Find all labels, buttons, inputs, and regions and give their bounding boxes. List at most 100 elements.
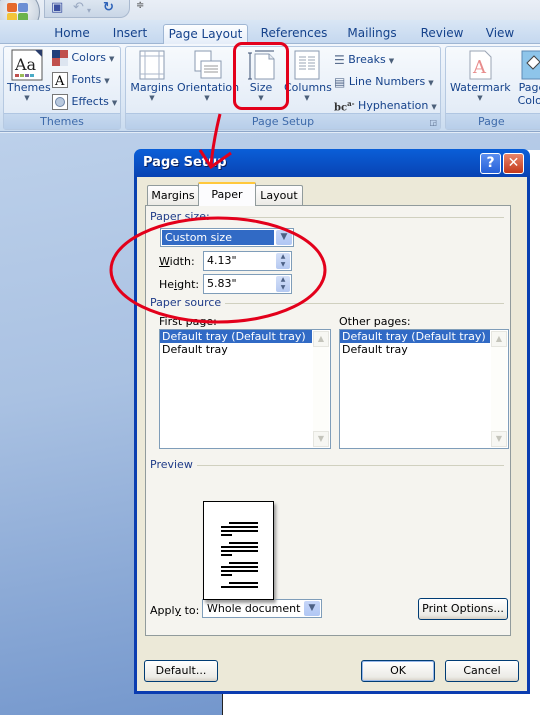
help-button[interactable]: ? <box>480 153 501 174</box>
breaks-icon: ☰ <box>334 53 345 67</box>
themes-button[interactable]: Aa Themes ▼ <box>7 49 51 102</box>
colors-label: Colors <box>71 51 106 64</box>
margins-icon <box>139 50 165 80</box>
redo-icon[interactable]: ↻ <box>103 1 114 15</box>
width-value[interactable]: 4.13" <box>207 254 237 267</box>
tab-review[interactable]: Review <box>417 24 467 44</box>
spin-down-icon: ▼ <box>280 284 286 291</box>
orientation-button[interactable]: Orientation ▼ <box>177 49 240 102</box>
themes-group-label: Themes <box>4 113 120 129</box>
tab-margins[interactable]: Margins <box>147 185 199 205</box>
tab-page-layout[interactable]: Page Layout <box>163 24 248 45</box>
width-spin-buttons[interactable]: ▲ ▼ <box>276 253 290 269</box>
height-stepper[interactable]: 5.83" ▲ ▼ <box>203 274 292 294</box>
ok-button[interactable]: OK <box>361 660 435 682</box>
cancel-button[interactable]: Cancel <box>445 660 519 682</box>
preview-text-line <box>229 582 258 584</box>
tab-layout[interactable]: Layout <box>255 185 303 205</box>
list-item[interactable]: Default tray <box>160 343 312 356</box>
undo-dropdown-icon[interactable]: ▾ <box>87 4 91 18</box>
scroll-down-icon: ▼ <box>313 431 329 447</box>
preview-text-line <box>221 530 258 532</box>
fonts-button[interactable]: A Fonts ▼ <box>52 71 110 89</box>
spin-up-icon: ▲ <box>280 253 286 260</box>
columns-label: Columns <box>284 81 332 94</box>
chevron-down-icon[interactable]: ▼ <box>276 230 292 245</box>
watermark-label: Watermark <box>450 81 511 94</box>
preview-text-line <box>229 542 258 544</box>
spin-down-icon: ▼ <box>280 261 286 268</box>
themes-group: Aa Themes ▼ Colors ▼ A Fonts ▼ Effects ▼ Th… <box>3 46 121 130</box>
list-item[interactable]: Default tray (Default tray) <box>340 330 490 343</box>
height-spin-buttons[interactable]: ▲ ▼ <box>276 276 290 292</box>
height-value[interactable]: 5.83" <box>207 277 237 290</box>
themes-label: Themes <box>7 81 51 94</box>
quick-access-toolbar: ▣ ↶ ▾ ↻ <box>44 0 130 18</box>
undo-icon[interactable]: ↶ <box>73 1 84 15</box>
tab-insert[interactable]: Insert <box>108 24 152 44</box>
preview-text-line <box>221 566 258 568</box>
width-stepper[interactable]: 4.13" ▲ ▼ <box>203 251 292 271</box>
hyphenation-button[interactable]: bca- Hyphenation ▼ <box>334 95 437 113</box>
page-color-label-2: Color <box>517 94 540 107</box>
orientation-label: Orientation <box>177 81 240 94</box>
width-label: Width: <box>159 255 195 268</box>
default-button[interactable]: Default... <box>144 660 218 682</box>
page-color-button[interactable]: Page Color <box>512 49 540 107</box>
list-item[interactable]: Default tray (Default tray) <box>160 330 312 343</box>
scroll-up-icon: ▲ <box>491 331 507 347</box>
dialog-title-bar[interactable]: Page Setup ? ✕ <box>137 149 527 177</box>
page-color-icon <box>521 50 540 80</box>
first-page-listbox[interactable]: ▲ ▼ Default tray (Default tray) Default tra… <box>159 329 331 449</box>
other-pages-listbox[interactable]: ▲ ▼ Default tray (Default tray) Default tra… <box>339 329 509 449</box>
paper-size-select[interactable]: Custom size ▼ <box>160 228 294 247</box>
save-icon[interactable]: ▣ <box>51 1 63 15</box>
preview-text-line <box>221 526 258 528</box>
fonts-icon: A <box>52 72 68 88</box>
tab-paper[interactable]: Paper <box>198 182 256 206</box>
tab-references[interactable]: References <box>258 24 330 44</box>
preview-text-line <box>221 570 258 572</box>
margins-button[interactable]: Margins ▼ <box>129 49 175 102</box>
page-setup-dialog: Page Setup ? ✕ Margins Paper Layout Pape… <box>134 149 530 694</box>
list-item[interactable]: Default tray <box>340 343 490 356</box>
close-button[interactable]: ✕ <box>503 153 524 174</box>
preview-text-line <box>221 586 258 588</box>
chevron-down-icon[interactable]: ▼ <box>304 601 320 616</box>
scrollbar[interactable]: ▲ ▼ <box>491 331 507 447</box>
fonts-label: Fonts <box>71 73 102 86</box>
customize-qat-icon[interactable]: ≑ <box>136 0 144 11</box>
page-background-group-label: Page Backgr <box>446 113 540 144</box>
dialog-title: Page Setup <box>143 155 227 170</box>
watermark-icon: A <box>469 50 492 80</box>
chevron-down-icon: ▼ <box>204 94 210 102</box>
columns-button[interactable]: Columns ▼ <box>284 49 332 102</box>
orientation-icon <box>194 50 222 79</box>
tab-view[interactable]: View <box>482 24 518 44</box>
preview-text-line <box>221 550 258 552</box>
line-numbers-button[interactable]: ▤ Line Numbers ▼ <box>334 73 434 91</box>
preview-text-line <box>221 574 232 576</box>
breaks-button[interactable]: ☰ Breaks ▼ <box>334 51 394 69</box>
ribbon-tabs: Home Insert Page Layout References Maili… <box>0 20 540 45</box>
tab-home[interactable]: Home <box>50 24 94 44</box>
tab-mailings[interactable]: Mailings <box>342 24 402 44</box>
page-color-label-1: Page <box>518 81 540 94</box>
spin-up-icon: ▲ <box>280 276 286 283</box>
chevron-down-icon: ▼ <box>24 94 30 102</box>
paper-tab-panel: Paper size: Custom size ▼ Width: 4.13" ▲… <box>145 205 511 636</box>
chevron-down-icon: ▼ <box>304 94 310 102</box>
preview-text-line <box>229 562 258 564</box>
colors-button[interactable]: Colors ▼ <box>52 49 114 67</box>
columns-icon <box>294 50 320 80</box>
print-options-button[interactable]: Print Options... <box>418 598 508 620</box>
preview-text-line <box>229 522 258 524</box>
size-highlight-annotation <box>233 42 289 110</box>
page-setup-launcher-icon[interactable]: ◲ <box>429 118 437 127</box>
effects-button[interactable]: Effects ▼ <box>52 93 117 111</box>
paper-size-value: Custom size <box>162 230 274 245</box>
apply-to-select[interactable]: Whole document ▼ <box>202 599 322 618</box>
scrollbar[interactable]: ▲ ▼ <box>313 331 329 447</box>
watermark-button[interactable]: A Watermark ▼ <box>450 49 511 102</box>
preview-text-line <box>221 534 232 536</box>
